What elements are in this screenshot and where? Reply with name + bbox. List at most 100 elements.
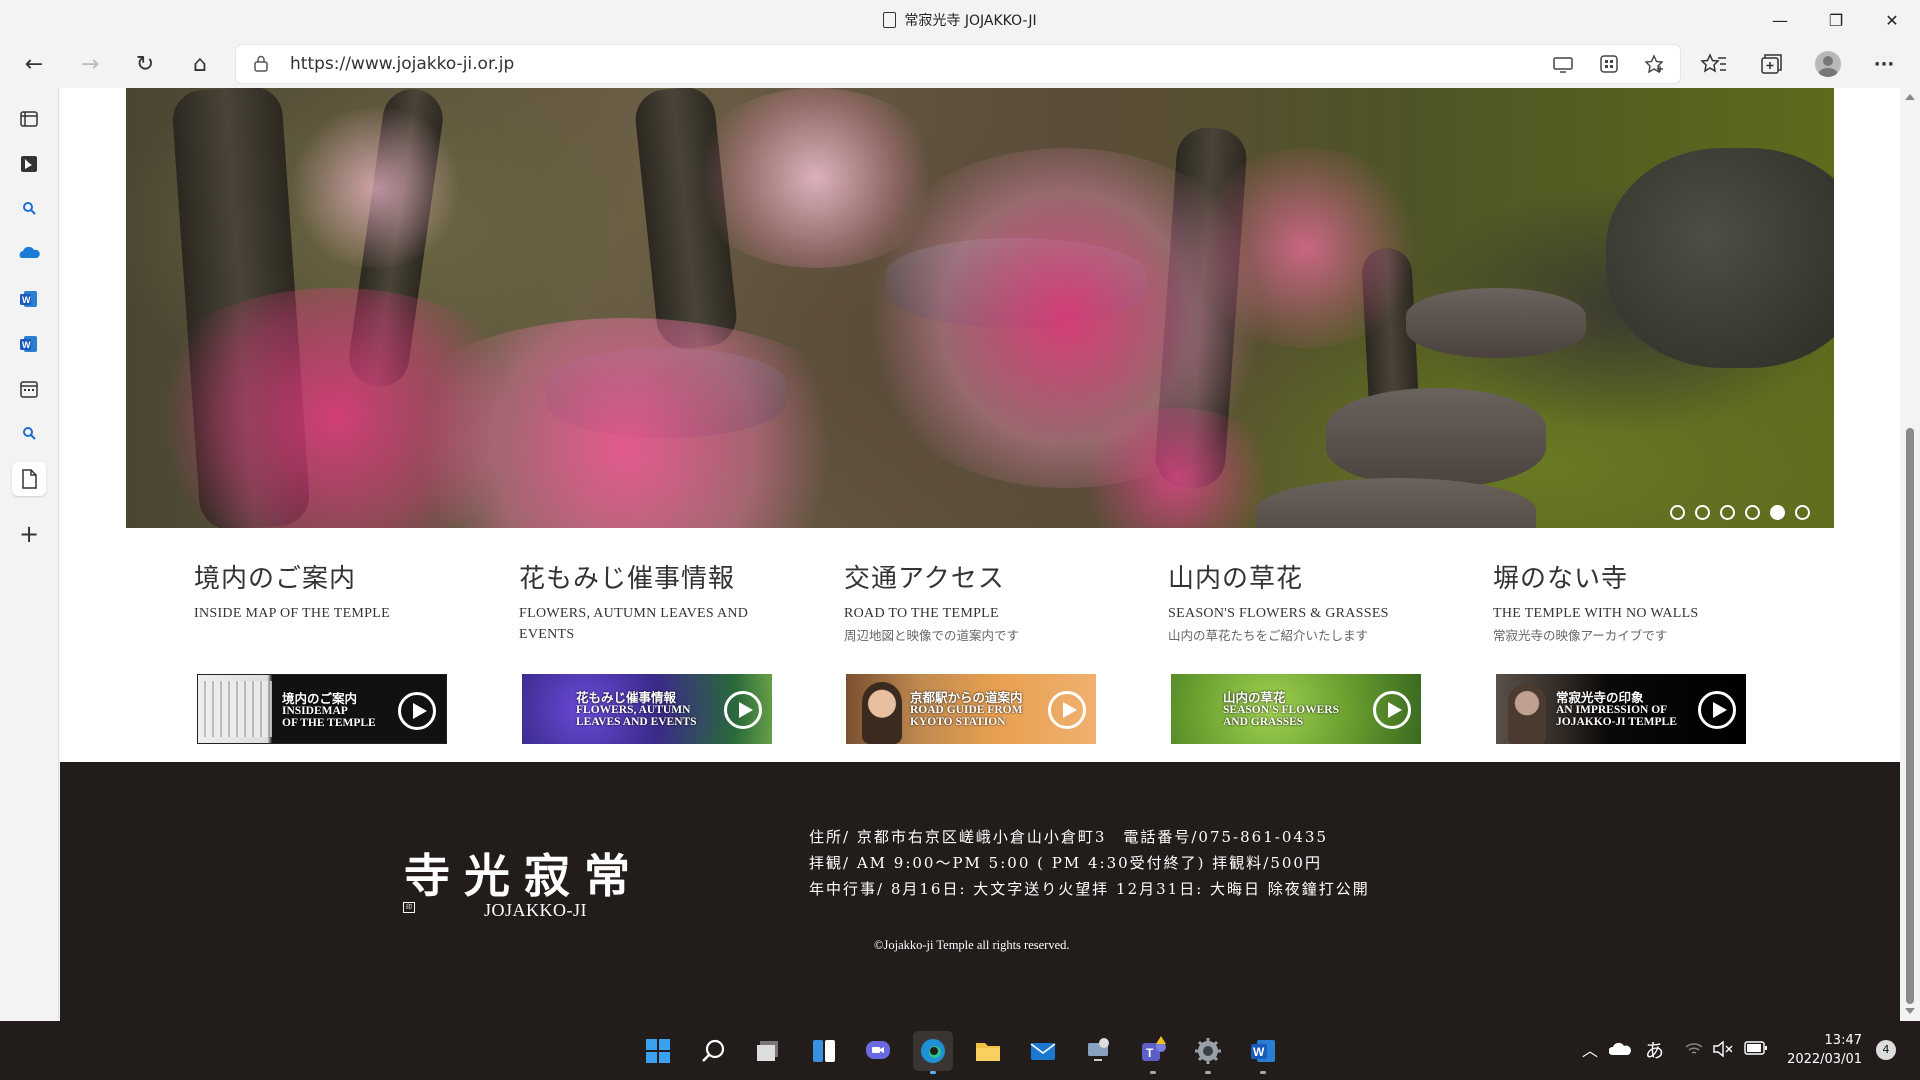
system-clock[interactable]: 13:47 2022/03/01 [1782, 1031, 1862, 1069]
plum-blossoms [286, 108, 466, 268]
close-button[interactable]: ✕ [1864, 0, 1920, 40]
back-button[interactable]: ← [16, 46, 52, 82]
apps-icon[interactable] [1598, 54, 1620, 74]
slide-dot[interactable] [1695, 505, 1710, 520]
moss-rock [1606, 148, 1834, 368]
word-taskbar-button[interactable]: W [1243, 1031, 1283, 1074]
favorites-icon[interactable] [1696, 46, 1732, 82]
running-indicator [1205, 1071, 1211, 1074]
bonsai-pot [1406, 288, 1586, 358]
chevron-up-icon[interactable]: ︿ [1582, 1037, 1598, 1061]
menu-no-walls[interactable]: 塀のない寺 THE TEMPLE WITH NO WALLS 常寂光寺の映像アー… [1493, 558, 1793, 644]
menu-description: 常寂光寺の映像アーカイブです [1493, 628, 1668, 643]
slide-dot[interactable] [1670, 505, 1685, 520]
menu-subtitle: ROAD TO THE TEMPLE [844, 606, 999, 621]
banner-caption: 花もみじ催事情報 FLOWERS, AUTUMN LEAVES AND EVENTS [576, 691, 697, 728]
play-icon[interactable] [1373, 691, 1411, 729]
immersive-reader-icon[interactable] [1552, 54, 1574, 74]
page-scrollbar[interactable] [1900, 88, 1920, 1021]
profile-avatar[interactable] [1810, 46, 1846, 82]
web-page: 境内のご案内 INSIDE MAP OF THE TEMPLE 花もみじ催事情報… [60, 88, 1900, 1021]
site-footer: 寺光寂常 印 JOJAKKO-JI 住所/ 京都市右京区嵯峨小倉山小倉町3 電話… [60, 762, 1900, 1021]
play-icon[interactable] [1048, 691, 1086, 729]
search-icon[interactable] [694, 1031, 734, 1071]
banner-caption: 京都駅からの道案内 ROAD GUIDE FROM KYOTO STATION [910, 691, 1023, 728]
video-banner-inside-map[interactable]: 境内のご案内 INSIDEMAP OF THE TEMPLE [197, 674, 447, 744]
plum-blossoms [686, 88, 946, 268]
temple-logo-english: JOJAKKO-JI [484, 900, 587, 920]
word-icon[interactable]: W [12, 327, 46, 361]
volume-muted-icon[interactable] [1712, 1040, 1734, 1058]
copyright: ©Jojakko-ji Temple all rights reserved. [874, 938, 1070, 952]
menu-title[interactable]: 交通アクセス [844, 558, 1144, 595]
edge-taskbar-button[interactable] [913, 1031, 953, 1074]
mail-icon[interactable] [1023, 1031, 1063, 1071]
settings-taskbar-button[interactable] [1188, 1031, 1228, 1074]
collections-icon[interactable] [1752, 46, 1788, 82]
video-banner-seasons-flowers[interactable]: 山内の草花 SEASON'S FLOWERS AND GRASSES [1171, 674, 1421, 744]
scroll-up-arrow[interactable] [1905, 94, 1915, 100]
url-text[interactable]: https://www.jojakko-ji.or.jp [290, 54, 514, 74]
address-bar[interactable]: https://www.jojakko-ji.or.jp [236, 45, 1680, 83]
video-banner-road-guide[interactable]: 京都駅からの道案内 ROAD GUIDE FROM KYOTO STATION [846, 674, 1096, 744]
task-view-icon[interactable] [749, 1031, 789, 1071]
temple-logo[interactable]: 寺光寂常 [404, 840, 644, 906]
onedrive-icon[interactable] [12, 237, 46, 271]
word-icon[interactable]: W [12, 282, 46, 316]
menu-title[interactable]: 山内の草花 [1168, 558, 1468, 595]
settings-more-button[interactable]: ··· [1866, 46, 1902, 82]
start-icon[interactable] [638, 1031, 678, 1071]
bonsai-pot [1256, 478, 1536, 528]
tabs-icon[interactable] [12, 102, 46, 136]
onedrive-cloud-icon[interactable] [1609, 1041, 1631, 1057]
document-icon[interactable] [12, 462, 46, 496]
menu-access[interactable]: 交通アクセス ROAD TO THE TEMPLE 周辺地図と映像での道案内です [844, 558, 1144, 644]
teams-icon: T [1142, 1036, 1166, 1061]
ime-indicator[interactable]: あ [1645, 1036, 1664, 1063]
bing-icon[interactable] [12, 147, 46, 181]
video-banner-flowers-events[interactable]: 花もみじ催事情報 FLOWERS, AUTUMN LEAVES AND EVENTS [522, 674, 772, 744]
search-icon[interactable] [12, 192, 46, 226]
scroll-down-arrow[interactable] [1905, 1008, 1915, 1014]
calendar-icon[interactable] [12, 372, 46, 406]
menu-seasons-flowers[interactable]: 山内の草花 SEASON'S FLOWERS & GRASSES 山内の草花たち… [1168, 558, 1468, 644]
video-banner-impression[interactable]: 常寂光寺の印象 AN IMPRESSION OF JOJAKKO-JI TEMPLE [1496, 674, 1746, 744]
menu-flowers-events[interactable]: 花もみじ催事情報 FLOWERS, AUTUMN LEAVES AND EVEN… [519, 558, 779, 645]
menu-title[interactable]: 花もみじ催事情報 [519, 558, 779, 595]
play-icon[interactable] [1698, 691, 1736, 729]
add-favorite-icon[interactable] [1644, 54, 1666, 74]
refresh-button[interactable]: ↻ [127, 46, 163, 82]
notification-badge[interactable]: 4 [1876, 1040, 1896, 1060]
forward-button[interactable]: → [72, 46, 108, 82]
minimize-button[interactable]: — [1752, 0, 1808, 40]
menu-description: 周辺地図と映像での道案内です [844, 628, 1020, 643]
menu-title[interactable]: 塀のない寺 [1493, 558, 1793, 595]
home-button[interactable]: ⌂ [182, 46, 218, 82]
address-line: 住所/ 京都市右京区嵯峨小倉山小倉町3 電話番号/075-861-0435 [809, 828, 1328, 846]
remote-desktop-icon[interactable] [1078, 1031, 1118, 1071]
battery-icon[interactable] [1744, 1041, 1768, 1055]
slide-dot[interactable] [1720, 505, 1735, 520]
title-bar: 常寂光寺 JOJAKKO-JI — ❐ ✕ [0, 0, 1920, 40]
slide-dot-active[interactable] [1770, 505, 1785, 520]
guide-person [862, 682, 902, 744]
menu-inside-map[interactable]: 境内のご案内 INSIDE MAP OF THE TEMPLE [194, 558, 494, 624]
edge-icon [921, 1039, 945, 1063]
restore-button[interactable]: ❐ [1808, 0, 1864, 40]
windows-taskbar: T W ︿ あ 13:47 2022/03/01 4 [0, 1021, 1920, 1080]
scrollbar-thumb[interactable] [1906, 428, 1914, 1004]
wifi-icon[interactable] [1684, 1041, 1704, 1057]
play-icon[interactable] [398, 692, 436, 730]
search-icon[interactable] [12, 417, 46, 451]
teams-taskbar-button[interactable]: T [1133, 1031, 1173, 1074]
widgets-icon[interactable] [804, 1031, 844, 1071]
slide-dot[interactable] [1745, 505, 1760, 520]
menu-title[interactable]: 境内のご案内 [194, 558, 494, 595]
chat-icon[interactable] [858, 1031, 898, 1071]
word-icon: W [1251, 1040, 1275, 1062]
lock-icon[interactable] [254, 55, 268, 72]
file-explorer-icon[interactable] [968, 1031, 1008, 1071]
slide-dot[interactable] [1795, 505, 1810, 520]
add-icon[interactable]: + [12, 517, 46, 551]
play-icon[interactable] [724, 691, 762, 729]
